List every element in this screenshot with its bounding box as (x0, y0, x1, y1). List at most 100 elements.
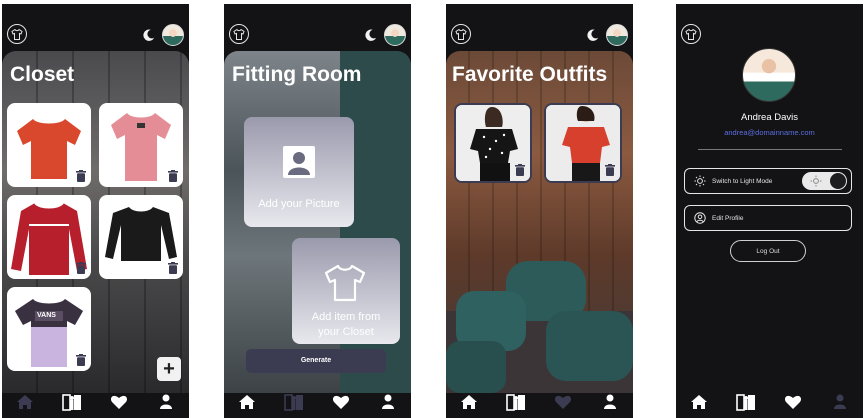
avatar[interactable] (384, 24, 406, 46)
edit-profile-label: Edit Profile (712, 214, 744, 222)
heart-icon (332, 395, 349, 409)
add-item-label-line2: your Closet (318, 326, 374, 338)
outfit-card[interactable] (454, 103, 532, 183)
moon-icon[interactable] (586, 28, 600, 42)
nav-fitting-room[interactable] (61, 391, 83, 413)
home-icon (239, 395, 256, 409)
fitting-room-icon (62, 394, 82, 411)
page-title: Fitting Room (232, 63, 362, 86)
nav-profile[interactable] (155, 391, 177, 413)
nav-home[interactable] (458, 391, 480, 413)
trash-icon[interactable] (168, 170, 178, 182)
favorites-screen: Favorite Outfits (446, 4, 633, 418)
fitting-room-icon (736, 394, 756, 411)
profile-avatar (742, 48, 796, 102)
toggle-knob (830, 173, 846, 189)
switch-light-mode-row[interactable]: Switch to Light Mode (684, 168, 852, 194)
top-bar (446, 4, 633, 50)
add-item-label-line1: Add item from (311, 311, 381, 323)
home-icon (17, 395, 34, 409)
profile-name: Andrea Davis (740, 112, 799, 123)
page-title: Closet (10, 63, 75, 86)
avatar[interactable] (606, 24, 628, 46)
moon-icon[interactable] (142, 28, 156, 42)
bottom-nav (446, 386, 633, 418)
user-icon (159, 394, 172, 409)
page-title: Favorite Outfits (452, 63, 608, 86)
portrait-icon (283, 146, 315, 178)
lounge-sofa-image (446, 261, 633, 393)
heart-icon (110, 395, 127, 409)
top-bar (2, 4, 189, 50)
divider (698, 149, 842, 150)
vans-print: VANS (37, 312, 56, 319)
sun-icon (694, 175, 706, 187)
trash-icon[interactable] (168, 262, 178, 274)
bottom-nav (224, 386, 411, 418)
closet-content: Closet VANS + (2, 51, 189, 393)
top-bar (676, 4, 863, 50)
nav-home[interactable] (236, 391, 258, 413)
nav-profile[interactable] (829, 391, 851, 413)
nav-profile[interactable] (599, 391, 621, 413)
app-logo-icon[interactable] (681, 24, 701, 44)
profile-screen: Andrea Davis andrea@domainname.com Switc… (676, 4, 863, 418)
trash-icon[interactable] (76, 354, 86, 366)
sun-icon (810, 175, 822, 187)
edit-profile-row[interactable]: Edit Profile (684, 205, 852, 231)
plus-icon: + (163, 358, 175, 380)
user-circle-icon (694, 212, 706, 224)
add-item-button[interactable]: + (157, 357, 181, 381)
add-closet-item-button[interactable]: Add item from your Closet (292, 238, 400, 344)
heart-icon (784, 395, 801, 409)
tshirt-icon (324, 264, 366, 302)
nav-favorites[interactable] (108, 391, 130, 413)
user-icon (833, 394, 846, 409)
nav-fitting-room[interactable] (283, 391, 305, 413)
nav-profile[interactable] (377, 391, 399, 413)
nav-fitting-room[interactable] (505, 391, 527, 413)
closet-item-card[interactable] (7, 103, 91, 187)
fitting-room-content: Fitting Room Add your Picture Add item f… (224, 51, 411, 393)
user-icon (603, 394, 616, 409)
nav-favorites[interactable] (552, 391, 574, 413)
closet-item-card[interactable]: VANS (7, 287, 91, 371)
theme-toggle[interactable] (802, 172, 847, 190)
closet-item-card[interactable] (99, 103, 183, 187)
nav-fitting-room[interactable] (735, 391, 757, 413)
app-logo-icon[interactable] (7, 24, 27, 44)
switch-light-mode-label: Switch to Light Mode (712, 177, 773, 185)
add-picture-button[interactable]: Add your Picture (244, 117, 354, 227)
profile-email[interactable]: andrea@domainname.com (676, 128, 863, 137)
favorites-content: Favorite Outfits (446, 51, 633, 393)
generate-button[interactable]: Generate (246, 349, 386, 373)
app-logo-icon[interactable] (451, 24, 471, 44)
app-logo-icon[interactable] (229, 24, 249, 44)
heart-icon (554, 395, 571, 409)
bottom-nav (2, 386, 189, 418)
trash-icon[interactable] (605, 164, 615, 176)
moon-icon[interactable] (364, 28, 378, 42)
user-icon (381, 394, 394, 409)
nav-home[interactable] (14, 391, 36, 413)
home-icon (461, 395, 478, 409)
home-icon (691, 395, 708, 409)
outfit-card[interactable] (544, 103, 622, 183)
closet-screen: Closet VANS + (2, 4, 189, 418)
nav-home[interactable] (688, 391, 710, 413)
closet-item-card[interactable] (99, 195, 183, 279)
trash-icon[interactable] (76, 170, 86, 182)
nav-favorites[interactable] (782, 391, 804, 413)
logout-button[interactable]: Log Out (730, 240, 806, 262)
fitting-room-icon (506, 394, 526, 411)
closet-item-card[interactable] (7, 195, 91, 279)
trash-icon[interactable] (515, 164, 525, 176)
trash-icon[interactable] (76, 262, 86, 274)
nav-favorites[interactable] (330, 391, 352, 413)
top-bar (224, 4, 411, 50)
add-picture-label: Add your Picture (258, 198, 340, 210)
fitting-room-screen: Fitting Room Add your Picture Add item f… (224, 4, 411, 418)
avatar[interactable] (162, 24, 184, 46)
bottom-nav (676, 386, 863, 418)
fitting-room-icon (284, 394, 304, 411)
